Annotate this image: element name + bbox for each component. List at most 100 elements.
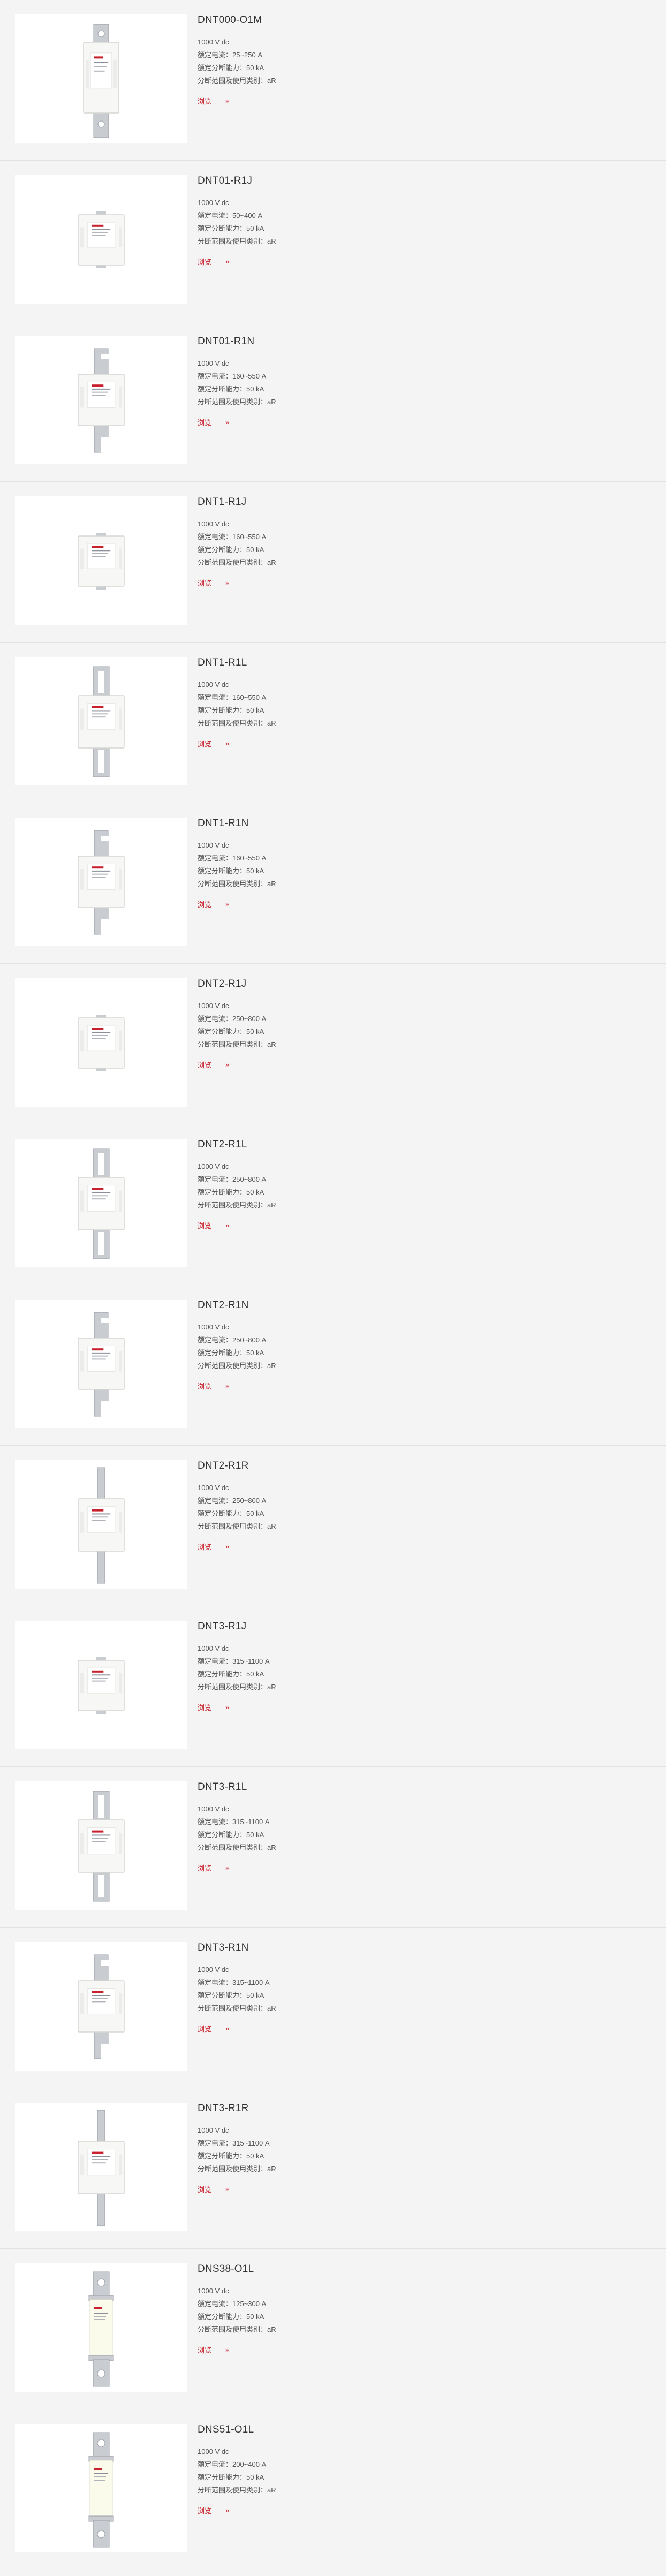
spec-current: 额定电流：315~1100 A <box>198 1657 270 1665</box>
product-name[interactable]: DNT3-R1N <box>198 1941 637 1955</box>
product-image[interactable] <box>15 2424 187 2552</box>
double-chevron-icon: » <box>225 1864 230 1872</box>
product-info: DNT3-R1N 1000 V dc 额定电流：315~1100 A 额定分断能… <box>198 1941 637 2034</box>
spec-breaking-capacity: 额定分断能力：50 kA <box>198 385 264 393</box>
browse-link[interactable]: 浏览 » <box>198 1542 229 1552</box>
product-item: DNS51-O1L 1000 V dc 额定电流：200~400 A 额定分断能… <box>0 2409 666 2570</box>
product-specs: 1000 V dc 额定电流：160~550 A 额定分断能力：50 kA 分断… <box>198 839 637 890</box>
product-image[interactable] <box>15 1621 187 1749</box>
product-image[interactable] <box>15 336 187 464</box>
product-name[interactable]: DNT000-O1M <box>198 13 637 27</box>
spec-breaking-capacity: 额定分断能力：50 kA <box>198 2152 264 2160</box>
product-name[interactable]: DNT1-R1L <box>198 656 637 670</box>
product-image[interactable] <box>15 978 187 1107</box>
product-info: DNT2-R1R 1000 V dc 额定电流：250~800 A 额定分断能力… <box>198 1459 637 1552</box>
spec-breaking-capacity: 额定分断能力：50 kA <box>198 64 264 72</box>
product-image[interactable] <box>15 14 187 143</box>
product-specs: 1000 V dc 额定电流：200~400 A 额定分断能力：50 kA 分断… <box>198 2445 637 2497</box>
fuse-image <box>78 211 125 268</box>
product-image[interactable] <box>15 1139 187 1267</box>
product-item: DNT3-R1N 1000 V dc 额定电流：315~1100 A 额定分断能… <box>0 1928 666 2088</box>
spec-range-category: 分断范围及使用类别：aR <box>198 398 276 406</box>
fuse-image <box>78 348 125 454</box>
spec-voltage: 1000 V dc <box>198 1805 229 1813</box>
product-image[interactable] <box>15 1942 187 2071</box>
browse-link[interactable]: 浏览 » <box>198 1220 229 1230</box>
product-info: DNT000-O1M 1000 V dc 额定电流：25~250 A 额定分断能… <box>198 13 637 107</box>
product-image[interactable] <box>15 1460 187 1589</box>
product-specs: 1000 V dc 额定电流：250~800 A 额定分断能力：50 kA 分断… <box>198 1160 637 1212</box>
product-name[interactable]: DNT3-R1J <box>198 1620 637 1634</box>
spec-voltage: 1000 V dc <box>198 38 229 46</box>
product-image[interactable] <box>15 2103 187 2231</box>
product-name[interactable]: DNT2-R1L <box>198 1138 637 1152</box>
spec-voltage: 1000 V dc <box>198 359 229 367</box>
product-image[interactable] <box>15 1781 187 1910</box>
browse-link[interactable]: 浏览 » <box>198 96 229 106</box>
product-image[interactable] <box>15 496 187 625</box>
spec-range-category: 分断范围及使用类别：aR <box>198 237 276 245</box>
product-name[interactable]: DNT2-R1N <box>198 1298 637 1312</box>
product-specs: 1000 V dc 额定电流：250~800 A 额定分断能力：50 kA 分断… <box>198 1321 637 1372</box>
product-name[interactable]: DNS38-O1L <box>198 2262 637 2276</box>
browse-link[interactable]: 浏览 » <box>198 1702 229 1712</box>
browse-link[interactable]: 浏览 » <box>198 1381 229 1391</box>
spec-current: 额定电流：315~1100 A <box>198 1978 270 1986</box>
product-specs: 1000 V dc 额定电流：160~550 A 额定分断能力：50 kA 分断… <box>198 357 637 409</box>
browse-link[interactable]: 浏览 » <box>198 2184 229 2194</box>
product-name[interactable]: DNT1-R1J <box>198 495 637 509</box>
double-chevron-icon: » <box>225 258 230 266</box>
browse-link[interactable]: 浏览 » <box>198 2345 229 2355</box>
browse-link[interactable]: 浏览 » <box>198 899 229 909</box>
double-chevron-icon: » <box>225 1221 230 1229</box>
browse-link[interactable]: 浏览 » <box>198 2505 229 2515</box>
browse-link[interactable]: 浏览 » <box>198 2023 229 2034</box>
product-name[interactable]: DNS51-O1L <box>198 2423 637 2437</box>
browse-link[interactable]: 浏览 » <box>198 578 229 588</box>
browse-link[interactable]: 浏览 » <box>198 1863 229 1873</box>
product-name[interactable]: DNT1-R1N <box>198 817 637 830</box>
spec-voltage: 1000 V dc <box>198 841 229 849</box>
browse-label: 浏览 <box>198 1061 212 1069</box>
spec-voltage: 1000 V dc <box>198 2287 229 2295</box>
browse-link[interactable]: 浏览 » <box>198 738 229 749</box>
product-info: DNT3-R1L 1000 V dc 额定电流：315~1100 A 额定分断能… <box>198 1780 637 1874</box>
product-name[interactable]: DNT2-R1R <box>198 1459 637 1473</box>
browse-link[interactable]: 浏览 » <box>198 417 229 427</box>
spec-breaking-capacity: 额定分断能力：50 kA <box>198 2473 264 2481</box>
double-chevron-icon: » <box>225 97 230 105</box>
browse-link[interactable]: 浏览 » <box>198 1060 229 1070</box>
product-name[interactable]: DNT3-R1R <box>198 2102 637 2116</box>
product-item: DNT2-R1R 1000 V dc 额定电流：250~800 A 额定分断能力… <box>0 1446 666 1606</box>
double-chevron-icon: » <box>225 900 230 908</box>
double-chevron-icon: » <box>225 1382 230 1390</box>
product-image[interactable] <box>15 2263 187 2392</box>
product-name[interactable]: DNT01-R1J <box>198 174 637 188</box>
product-name[interactable]: DNT3-R1L <box>198 1780 637 1794</box>
browse-link[interactable]: 浏览 » <box>198 256 229 267</box>
spec-current: 额定电流：160~550 A <box>198 372 267 380</box>
spec-current: 额定电流：25~250 A <box>198 51 263 59</box>
product-image[interactable] <box>15 175 187 304</box>
product-item: DNT01-R1N 1000 V dc 额定电流：160~550 A 额定分断能… <box>0 321 666 482</box>
spec-voltage: 1000 V dc <box>198 199 229 207</box>
spec-current: 额定电流：50~400 A <box>198 211 263 220</box>
product-image[interactable] <box>15 818 187 946</box>
product-name[interactable]: DNT01-R1N <box>198 335 637 349</box>
browse-label: 浏览 <box>198 2346 212 2354</box>
spec-voltage: 1000 V dc <box>198 1323 229 1331</box>
product-name[interactable]: DNT2-R1J <box>198 977 637 991</box>
browse-label: 浏览 <box>198 258 212 266</box>
product-image[interactable] <box>15 657 187 785</box>
product-item: DNT2-R1L 1000 V dc 额定电流：250~800 A 额定分断能力… <box>0 1124 666 1285</box>
fuse-image <box>78 1954 125 2060</box>
fuse-image <box>88 2271 114 2387</box>
spec-range-category: 分断范围及使用类别：aR <box>198 719 276 727</box>
product-item: DNT000-O1M 1000 V dc 额定电流：25~250 A 额定分断能… <box>0 0 666 161</box>
product-image[interactable] <box>15 1300 187 1428</box>
spec-current: 额定电流：315~1100 A <box>198 2139 270 2147</box>
product-info: DNT2-R1J 1000 V dc 额定电流：250~800 A 额定分断能力… <box>198 977 637 1070</box>
product-info: DNT01-R1J 1000 V dc 额定电流：50~400 A 额定分断能力… <box>198 174 637 267</box>
spec-breaking-capacity: 额定分断能力：50 kA <box>198 1509 264 1517</box>
spec-current: 额定电流：125~300 A <box>198 2300 267 2308</box>
